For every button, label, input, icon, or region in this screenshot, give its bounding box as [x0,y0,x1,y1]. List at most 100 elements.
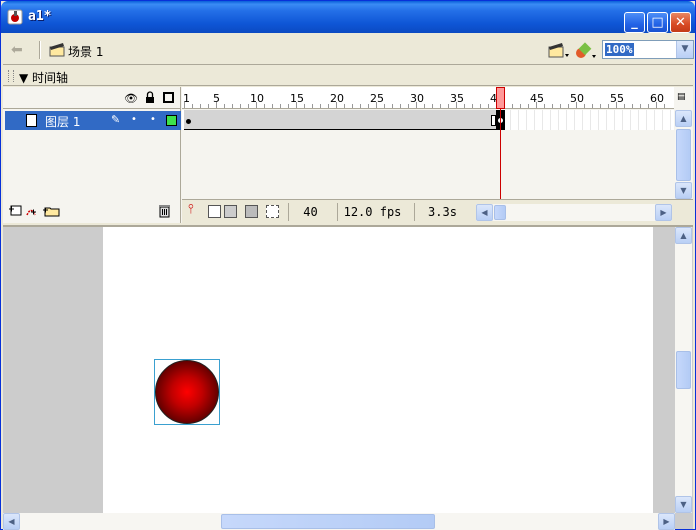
ruler-tick [624,104,625,108]
ruler-number: 45 [530,92,544,105]
frame-span[interactable] [184,110,500,130]
ruler-tick [584,104,585,108]
edit-symbols-icon[interactable] [575,41,597,59]
scene-name[interactable]: 场景 1 [68,43,103,60]
selection-bounding-box[interactable] [154,359,220,425]
frame-rate-display[interactable]: 12.0 fps [337,203,407,221]
layers-footer [3,199,181,223]
frames-panel: 151015202530354045505560 ▤ ▲ ▼ ⫯ [182,87,693,223]
chevron-down-icon[interactable]: ▼ [676,41,693,58]
ruler-tick [440,104,441,108]
layer-outline-color-icon[interactable] [166,115,177,126]
panel-grip-icon[interactable] [8,70,14,82]
scroll-up-button[interactable]: ▲ [675,227,692,244]
title-bar[interactable]: a1* _ □ ✕ [1,1,695,33]
stage-horizontal-scrollbar[interactable]: ◀ ▶ [3,513,675,530]
ruler-tick [568,104,569,108]
ruler-tick [560,104,561,108]
ruler-tick [448,104,449,108]
ruler-number: 60 [650,92,664,105]
current-frame-display: 40 [288,203,332,221]
onion-skin-icon[interactable] [208,205,221,218]
lock-dot-icon[interactable]: • [150,114,156,125]
ruler-tick [600,104,601,108]
ruler-tick [272,104,273,108]
ruler-tick [640,104,641,108]
visibility-dot-icon[interactable]: • [131,114,137,125]
lock-icon[interactable] [145,91,155,104]
toolbar-separator [39,41,41,59]
scroll-down-button[interactable]: ▼ [675,182,692,199]
elapsed-time-display: 3.3s [414,203,470,221]
ruler-number: 35 [450,92,464,105]
minimize-button[interactable]: _ [624,12,645,33]
timeline-title[interactable]: ▼ 时间轴 [19,69,68,86]
ruler-tick [360,104,361,108]
ruler-tick [312,104,313,108]
scroll-thumb[interactable] [676,129,691,181]
timeline-options-menu-icon[interactable]: ▤ [677,92,686,102]
pencil-icon: ✎ [111,113,121,126]
scene-clapper-icon [49,43,65,57]
back-arrow-icon[interactable]: ⬅ [11,42,23,58]
layer-name[interactable]: 图层 1 [45,113,80,130]
timeline-vertical-scrollbar[interactable]: ▲ ▼ [675,110,692,199]
center-frame-icon[interactable]: ⫯ [188,202,194,217]
ruler-number: 10 [250,92,264,105]
scroll-thumb[interactable] [221,514,435,529]
ruler-tick [320,104,321,108]
ruler-tick [424,104,425,108]
timeline-title-text: 时间轴 [32,71,69,85]
onion-skin-outlines-icon[interactable] [224,205,237,218]
minimize-icon: _ [631,15,638,30]
edit-multiple-frames-icon[interactable] [245,205,258,218]
start-keyframe[interactable] [186,119,191,124]
zoom-select[interactable]: 100% ▼ [602,40,694,59]
playhead[interactable] [496,87,505,109]
layer-frames-row[interactable] [182,110,674,130]
delete-layer-trash-icon[interactable] [158,203,171,218]
scroll-thumb[interactable] [676,351,691,389]
ruler-tick [664,104,665,108]
ruler-number: 20 [330,92,344,105]
insert-layer-icons[interactable] [9,204,61,218]
ruler-tick [368,104,369,108]
ruler-tick [648,104,649,108]
ruler-tick [464,104,465,108]
ruler-tick [232,104,233,108]
timeline-panel-header[interactable]: ▼ 时间轴 [3,66,693,86]
stage-canvas[interactable] [103,227,653,513]
scroll-left-button[interactable]: ◀ [476,204,493,221]
ruler-tick [512,104,513,108]
ruler-tick [304,104,305,108]
close-button[interactable]: ✕ [670,12,691,33]
frame-ruler[interactable]: 151015202530354045505560 [182,87,674,109]
stage-area: ▲ ▼ ◀ ▶ [3,225,693,530]
scroll-up-button[interactable]: ▲ [675,110,692,127]
ruler-number: 1 [183,92,190,105]
zoom-value[interactable]: 100% [605,43,634,56]
ruler-tick [200,104,201,108]
ruler-tick [592,104,593,108]
show-hide-eye-icon[interactable]: 👁 [124,92,138,105]
scroll-left-button[interactable]: ◀ [3,513,20,530]
scroll-down-button[interactable]: ▼ [675,496,692,513]
maximize-button[interactable]: □ [647,12,668,33]
ruler-tick [264,104,265,108]
flash-app-icon [7,9,23,25]
timeline-horizontal-scrollbar[interactable]: ◀ ▶ [476,204,672,221]
ruler-tick [224,104,225,108]
stage-vertical-scrollbar[interactable]: ▲ ▼ [675,227,692,513]
empty-frame-cells[interactable] [502,110,674,130]
ruler-tick [632,104,633,108]
edit-scene-icon[interactable] [548,42,570,58]
outline-toggle-icon[interactable] [163,92,174,103]
ruler-tick [280,104,281,108]
ruler-tick [288,104,289,108]
scroll-right-button[interactable]: ▶ [658,513,675,530]
modify-onion-markers-icon[interactable] [266,205,279,218]
layer-row[interactable]: 图层 1 ✎ • • [5,111,181,130]
scroll-right-button[interactable]: ▶ [655,204,672,221]
ruler-tick [384,104,385,108]
scroll-thumb[interactable] [494,205,506,220]
